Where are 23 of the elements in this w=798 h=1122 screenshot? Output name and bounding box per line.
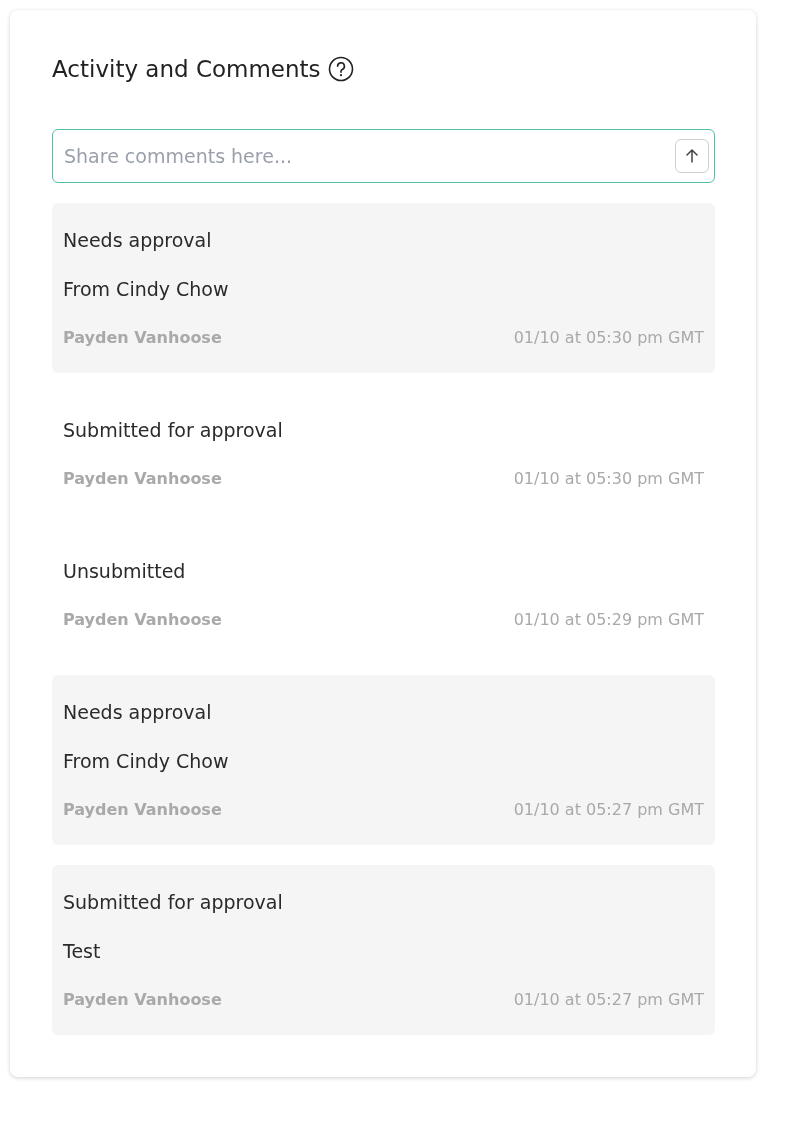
timestamp: 01/10 at 05:30 pm GMT (513, 327, 704, 349)
author-name: Payden Vanhoose (63, 989, 222, 1011)
author-name: Payden Vanhoose (63, 468, 222, 490)
comment-field[interactable]: Share comments here... (52, 129, 715, 183)
send-button[interactable] (675, 139, 709, 173)
timestamp: 01/10 at 05:30 pm GMT (513, 468, 704, 490)
entry-status: Unsubmitted (63, 559, 187, 584)
timestamp: 01/10 at 05:29 pm GMT (513, 609, 704, 631)
entry-status: Submitted for approval (63, 890, 284, 915)
comment-text: Test (63, 939, 102, 964)
author-name: Payden Vanhoose (63, 799, 222, 821)
entry-status: Submitted for approval (63, 418, 284, 443)
comment-text: From Cindy Chow (63, 749, 230, 774)
entry-status: Needs approval (63, 700, 213, 725)
timestamp: 01/10 at 05:27 pm GMT (513, 989, 704, 1011)
author-name: Payden Vanhoose (63, 327, 222, 349)
author-name: Payden Vanhoose (63, 609, 222, 631)
help-icon[interactable] (327, 56, 354, 82)
panel-title: Activity and Comments (52, 56, 321, 82)
entry-status: Needs approval (63, 228, 213, 253)
comment-text: From Cindy Chow (63, 277, 230, 302)
arrow-up-icon (684, 148, 700, 164)
timestamp: 01/10 at 05:27 pm GMT (513, 799, 704, 821)
